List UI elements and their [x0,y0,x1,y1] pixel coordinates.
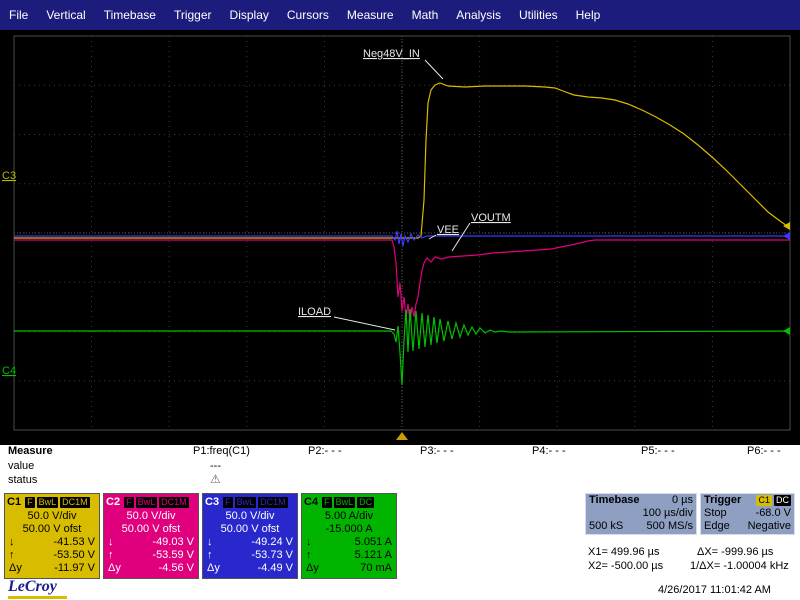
warning-icon: ⚠ [210,472,221,486]
channel-badge-bwl: BwL [37,497,59,508]
menu-item-file[interactable]: File [0,8,37,22]
menu-item-analysis[interactable]: Analysis [447,8,510,22]
measure-value-label: value [8,460,34,472]
channel-badge-f: F [223,497,233,508]
channel-badge-f: F [124,497,134,508]
cursor-dx: ΔX= -999.96 µs [697,546,773,558]
measure-p3[interactable]: P3:- - - [420,445,454,457]
channel-id: C2 [106,496,120,508]
cursor-invdx: 1/ΔX= -1.00004 kHz [690,560,789,572]
channel-badge-bwl: BwL [136,497,158,508]
trigger-box[interactable]: Trigger C1 DC Stop -68.0 V Edge Negative [700,493,795,535]
menu-item-cursors[interactable]: Cursors [278,8,338,22]
measure-p2[interactable]: P2:- - - [308,445,342,457]
menu-item-measure[interactable]: Measure [338,8,403,22]
channel-measure: Δy-4.49 V [203,562,297,575]
trigger-slope: Negative [748,520,791,533]
measure-p1[interactable]: P1:freq(C1) [193,445,250,457]
timebase-scale: 100 µs/div [643,507,693,520]
menu-item-math[interactable]: Math [403,8,448,22]
trigger-mode: Stop [704,507,727,520]
channel-measure: ↓5.051 A [302,536,396,549]
channel-measure: ↑-53.50 V [5,549,99,562]
waveform-display[interactable] [0,30,800,445]
channel-measure: ↑-53.59 V [104,549,198,562]
menu-item-utilities[interactable]: Utilities [510,8,567,22]
channel-badge-f: F [25,497,35,508]
cursor-x2: X2= -500.00 µs [588,560,663,572]
channel-descriptor-c3[interactable]: C3 FBwLDC1M 50.0 V/div50.00 V ofst↓-49.24 … [202,493,298,579]
channel-badge-dc1m: DC1M [60,497,90,508]
timebase-box[interactable]: Timebase 0 µs 100 µs/div 500 kS 500 MS/s [585,493,697,535]
measure-value-p1: --- [210,460,221,472]
channel-badge-bwl: BwL [235,497,257,508]
channel-measure: Δy-11.97 V [5,562,99,575]
channel-measure: ↓-41.53 V [5,536,99,549]
trigger-source-badge: C1 [756,495,772,506]
channel-badge-dc1m: DC1M [258,497,288,508]
timebase-title: Timebase [589,494,640,507]
channel-setting: 50.0 V/div [5,510,99,523]
channel-setting: 50.00 V ofst [104,523,198,536]
datetime: 4/26/2017 11:01:42 AM [658,584,771,596]
measure-p5[interactable]: P5:- - - [641,445,675,457]
channel-measure: Δy70 mA [302,562,396,575]
channel-descriptor-c4[interactable]: C4 FBwLDC 5.00 A/div-15.000 A↓5.051 A↑5.12… [301,493,397,579]
channel-descriptor-c1[interactable]: C1 FBwLDC1M 50.0 V/div50.00 V ofst↓-41.53 … [4,493,100,579]
channel-descriptors: C1FBwLDC1M50.0 V/div50.00 V ofst↓-41.53 … [4,493,397,579]
measure-status-label: status [8,474,37,486]
timebase-offset: 0 µs [672,494,693,507]
channel-measure: Δy-4.56 V [104,562,198,575]
channel-setting: 50.00 V ofst [203,523,297,536]
menu-item-help[interactable]: Help [567,8,610,22]
channel-setting: 50.00 V ofst [5,523,99,536]
trigger-coupling-badge: DC [774,495,791,506]
channel-badge-dc1m: DC1M [159,497,189,508]
channel-badge-dc: DC [357,497,374,508]
menu-bar: FileVerticalTimebaseTriggerDisplayCursor… [0,0,800,30]
trigger-type: Edge [704,520,730,533]
trigger-title: Trigger [704,494,741,507]
channel-setting: 50.0 V/div [203,510,297,523]
menu-item-display[interactable]: Display [221,8,278,22]
measure-title: Measure [8,445,53,457]
channel-setting: 50.0 V/div [104,510,198,523]
measure-p4[interactable]: P4:- - - [532,445,566,457]
menu-item-vertical[interactable]: Vertical [37,8,94,22]
channel-measure: ↓-49.03 V [104,536,198,549]
channel-id: C3 [205,496,219,508]
channel-badge-bwl: BwL [334,497,356,508]
channel-setting: -15.000 A [302,523,396,536]
lecroy-logo: LeCroy [8,578,67,599]
channel-setting: 5.00 A/div [302,510,396,523]
channel-measure: ↓-49.24 V [203,536,297,549]
channel-id: C1 [7,496,21,508]
channel-id: C4 [304,496,318,508]
channel-badge-f: F [322,497,332,508]
timebase-rate: 500 MS/s [647,520,693,533]
menu-item-timebase[interactable]: Timebase [95,8,165,22]
trigger-level: -68.0 V [756,507,791,520]
channel-descriptor-c2[interactable]: C2 FBwLDC1M 50.0 V/div50.00 V ofst↓-49.03 … [103,493,199,579]
channel-measure: ↑5.121 A [302,549,396,562]
measure-p6[interactable]: P6:- - - [747,445,781,457]
channel-measure: ↑-53.73 V [203,549,297,562]
cursor-x1: X1= 499.96 µs [588,546,659,558]
timebase-samples: 500 kS [589,520,623,533]
menu-item-trigger[interactable]: Trigger [165,8,221,22]
